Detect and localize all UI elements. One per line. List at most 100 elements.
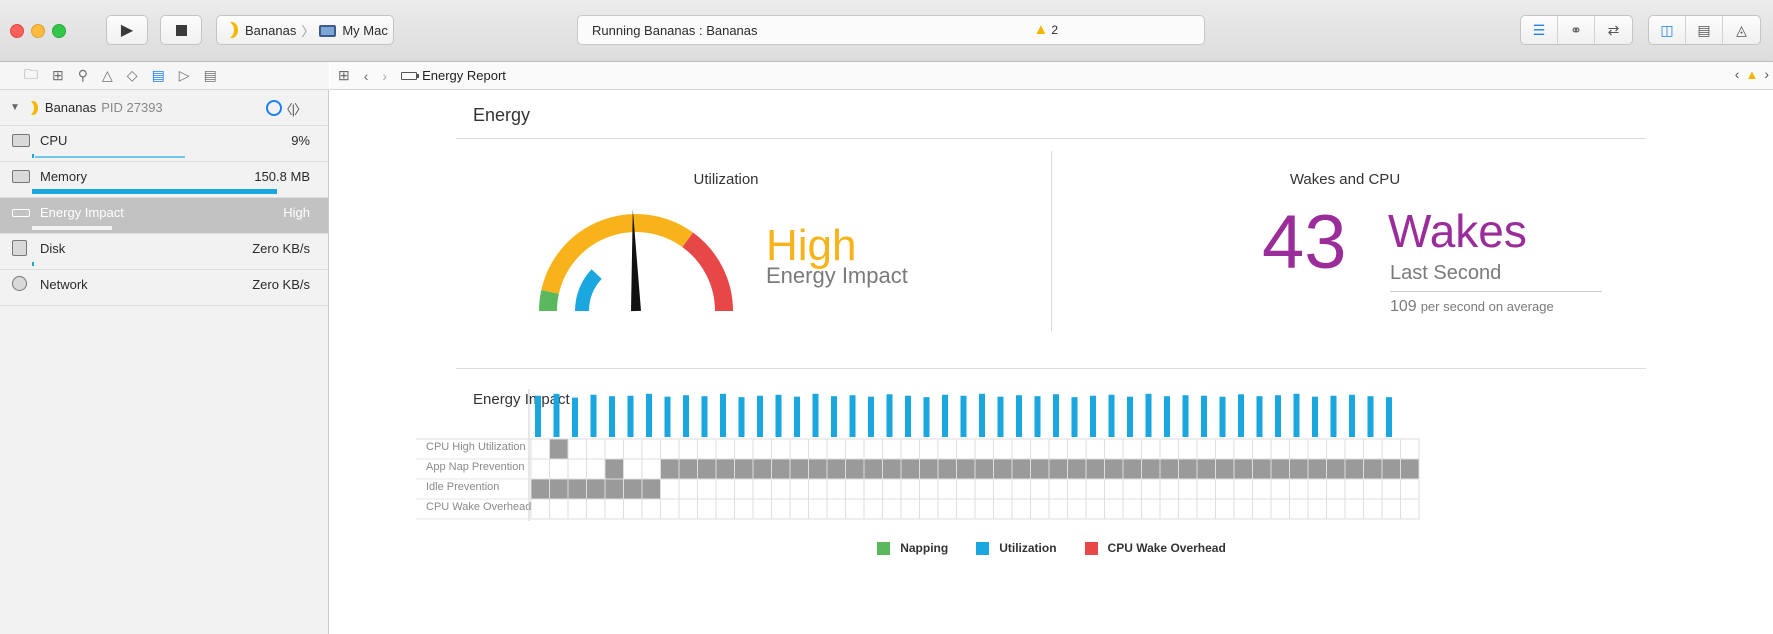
activity-cell: [567, 498, 587, 520]
standard-editor-icon[interactable]: ☰: [1521, 16, 1558, 44]
activity-cell: [715, 478, 735, 500]
gauge-label: Energy Impact: [40, 205, 124, 220]
activity-cell: [845, 478, 865, 500]
utilization-bar: [1164, 396, 1170, 437]
utilization-bar: [868, 396, 874, 437]
utilities-panel-icon[interactable]: ◬: [1723, 16, 1760, 44]
activity-cell: [789, 498, 809, 520]
activity-cell: [734, 498, 754, 520]
legend-item-cpu-wake-overhead: CPU Wake Overhead: [1084, 541, 1226, 555]
stop-button[interactable]: [160, 15, 202, 45]
warning-badge[interactable]: ▲ 2: [1033, 21, 1058, 38]
zoom-window-button[interactable]: [52, 24, 66, 38]
activity-cell: [715, 498, 735, 520]
breakpoint-icon[interactable]: ▷: [179, 67, 190, 84]
test-icon[interactable]: ◇: [127, 67, 138, 84]
scheme-device: My Mac: [342, 22, 388, 38]
activity-cell: [1326, 498, 1346, 520]
legend-swatch: [1084, 541, 1098, 555]
search-icon[interactable]: ⚲: [78, 67, 88, 84]
activity-cell: [845, 438, 865, 460]
assistant-editor-icon[interactable]: ⚭: [1558, 16, 1595, 44]
navigator-panel-icon[interactable]: ◫: [1649, 16, 1686, 44]
activity-cell: [1215, 438, 1235, 460]
activity-cell: [863, 438, 883, 460]
activity-cell: [789, 438, 809, 460]
utilization-bar: [1256, 396, 1263, 437]
legend-swatch: [976, 541, 990, 555]
activity-cell: [1326, 478, 1346, 500]
gauge-value: 9%: [291, 133, 310, 148]
next-issue-button[interactable]: ›: [1764, 66, 1769, 82]
activity-cell: [1196, 478, 1216, 500]
utilization-bar: [757, 395, 763, 437]
activity-cell-active: [1141, 458, 1161, 480]
activity-cell-active: [715, 458, 735, 480]
close-window-button[interactable]: [10, 24, 24, 38]
debug-panel-icon[interactable]: ▤: [1686, 16, 1723, 44]
activity-cell: [1252, 478, 1272, 500]
activity-cell: [1178, 438, 1198, 460]
activity-cell: [752, 498, 772, 520]
legend-label: Utilization: [999, 541, 1057, 555]
debug-navigator: ▼ Bananas PID 27393 〈|〉 CPU 9% Memory 15…: [0, 90, 329, 634]
activity-cell: [1252, 498, 1272, 520]
run-button[interactable]: ▶: [106, 15, 148, 45]
thread-view-icon[interactable]: 〈|〉: [280, 99, 307, 118]
activity-cell: [937, 438, 957, 460]
activity-cell: [826, 498, 846, 520]
warning-icon[interactable]: ▲: [1745, 67, 1758, 82]
report-title: Energy: [473, 105, 531, 125]
activity-cell: [1122, 498, 1142, 520]
activity-cell: [641, 498, 661, 520]
activity-cell: [1030, 438, 1050, 460]
breadcrumb[interactable]: Energy Report: [401, 68, 506, 83]
activity-cell: [974, 438, 994, 460]
activity-cell: [1363, 438, 1383, 460]
gauge-row-cpu[interactable]: CPU 9%: [0, 126, 328, 162]
scheme-selector[interactable]: Bananas 〉 My Mac: [216, 15, 394, 45]
report-icon[interactable]: ▤: [204, 67, 217, 84]
process-row[interactable]: ▼ Bananas PID 27393 〈|〉: [0, 90, 328, 126]
activity-cell: [660, 438, 680, 460]
forward-button[interactable]: ›: [382, 68, 387, 84]
previous-issue-button[interactable]: ‹: [1735, 66, 1740, 82]
activity-cell-active: [1400, 458, 1420, 480]
gauge-row-energy[interactable]: Energy Impact High: [0, 198, 328, 234]
version-editor-icon[interactable]: ⇄: [1595, 16, 1632, 44]
activity-cell: [1104, 498, 1124, 520]
wakes-label: Wakes: [1388, 205, 1527, 257]
legend-label: Napping: [900, 541, 949, 555]
debug-gauge-icon[interactable]: ▤: [152, 67, 165, 84]
minimize-window-button[interactable]: [31, 24, 45, 38]
wakes-average-text: per second on average: [1420, 299, 1554, 314]
activity-cell: [863, 498, 883, 520]
activity-cell: [530, 498, 550, 520]
activity-cell: [1178, 478, 1198, 500]
activity-cell-active: [1233, 458, 1253, 480]
activity-cell-active: [660, 458, 680, 480]
activity-cell: [567, 458, 587, 480]
utilization-bar: [664, 396, 671, 437]
symbol-icon[interactable]: ⊞: [52, 67, 64, 84]
related-items-icon[interactable]: ⊞: [338, 67, 350, 84]
gauge-row-disk[interactable]: Disk Zero KB/s: [0, 234, 328, 270]
activity-cell: [1141, 438, 1161, 460]
legend-label: CPU Wake Overhead: [1107, 541, 1226, 555]
disclosure-triangle-icon[interactable]: ▼: [10, 102, 20, 113]
activity-cell-active: [678, 458, 698, 480]
utilization-bar: [997, 396, 1004, 437]
activity-cell-active: [549, 478, 569, 500]
activity-cell: [1381, 438, 1401, 460]
gauge-row-network[interactable]: Network Zero KB/s: [0, 270, 328, 306]
gauge-row-memory[interactable]: Memory 150.8 MB: [0, 162, 328, 198]
scheme-target: Bananas: [245, 22, 297, 38]
wakes-average-value: 109: [1390, 298, 1417, 315]
folder-icon[interactable]: 🗀: [24, 64, 38, 88]
issue-icon[interactable]: △: [102, 67, 113, 84]
activity-cell: [1289, 478, 1309, 500]
utilization-bar: [1349, 394, 1355, 437]
back-button[interactable]: ‹: [364, 68, 369, 84]
activity-cell-active: [1215, 458, 1235, 480]
activity-cell-active: [734, 458, 754, 480]
